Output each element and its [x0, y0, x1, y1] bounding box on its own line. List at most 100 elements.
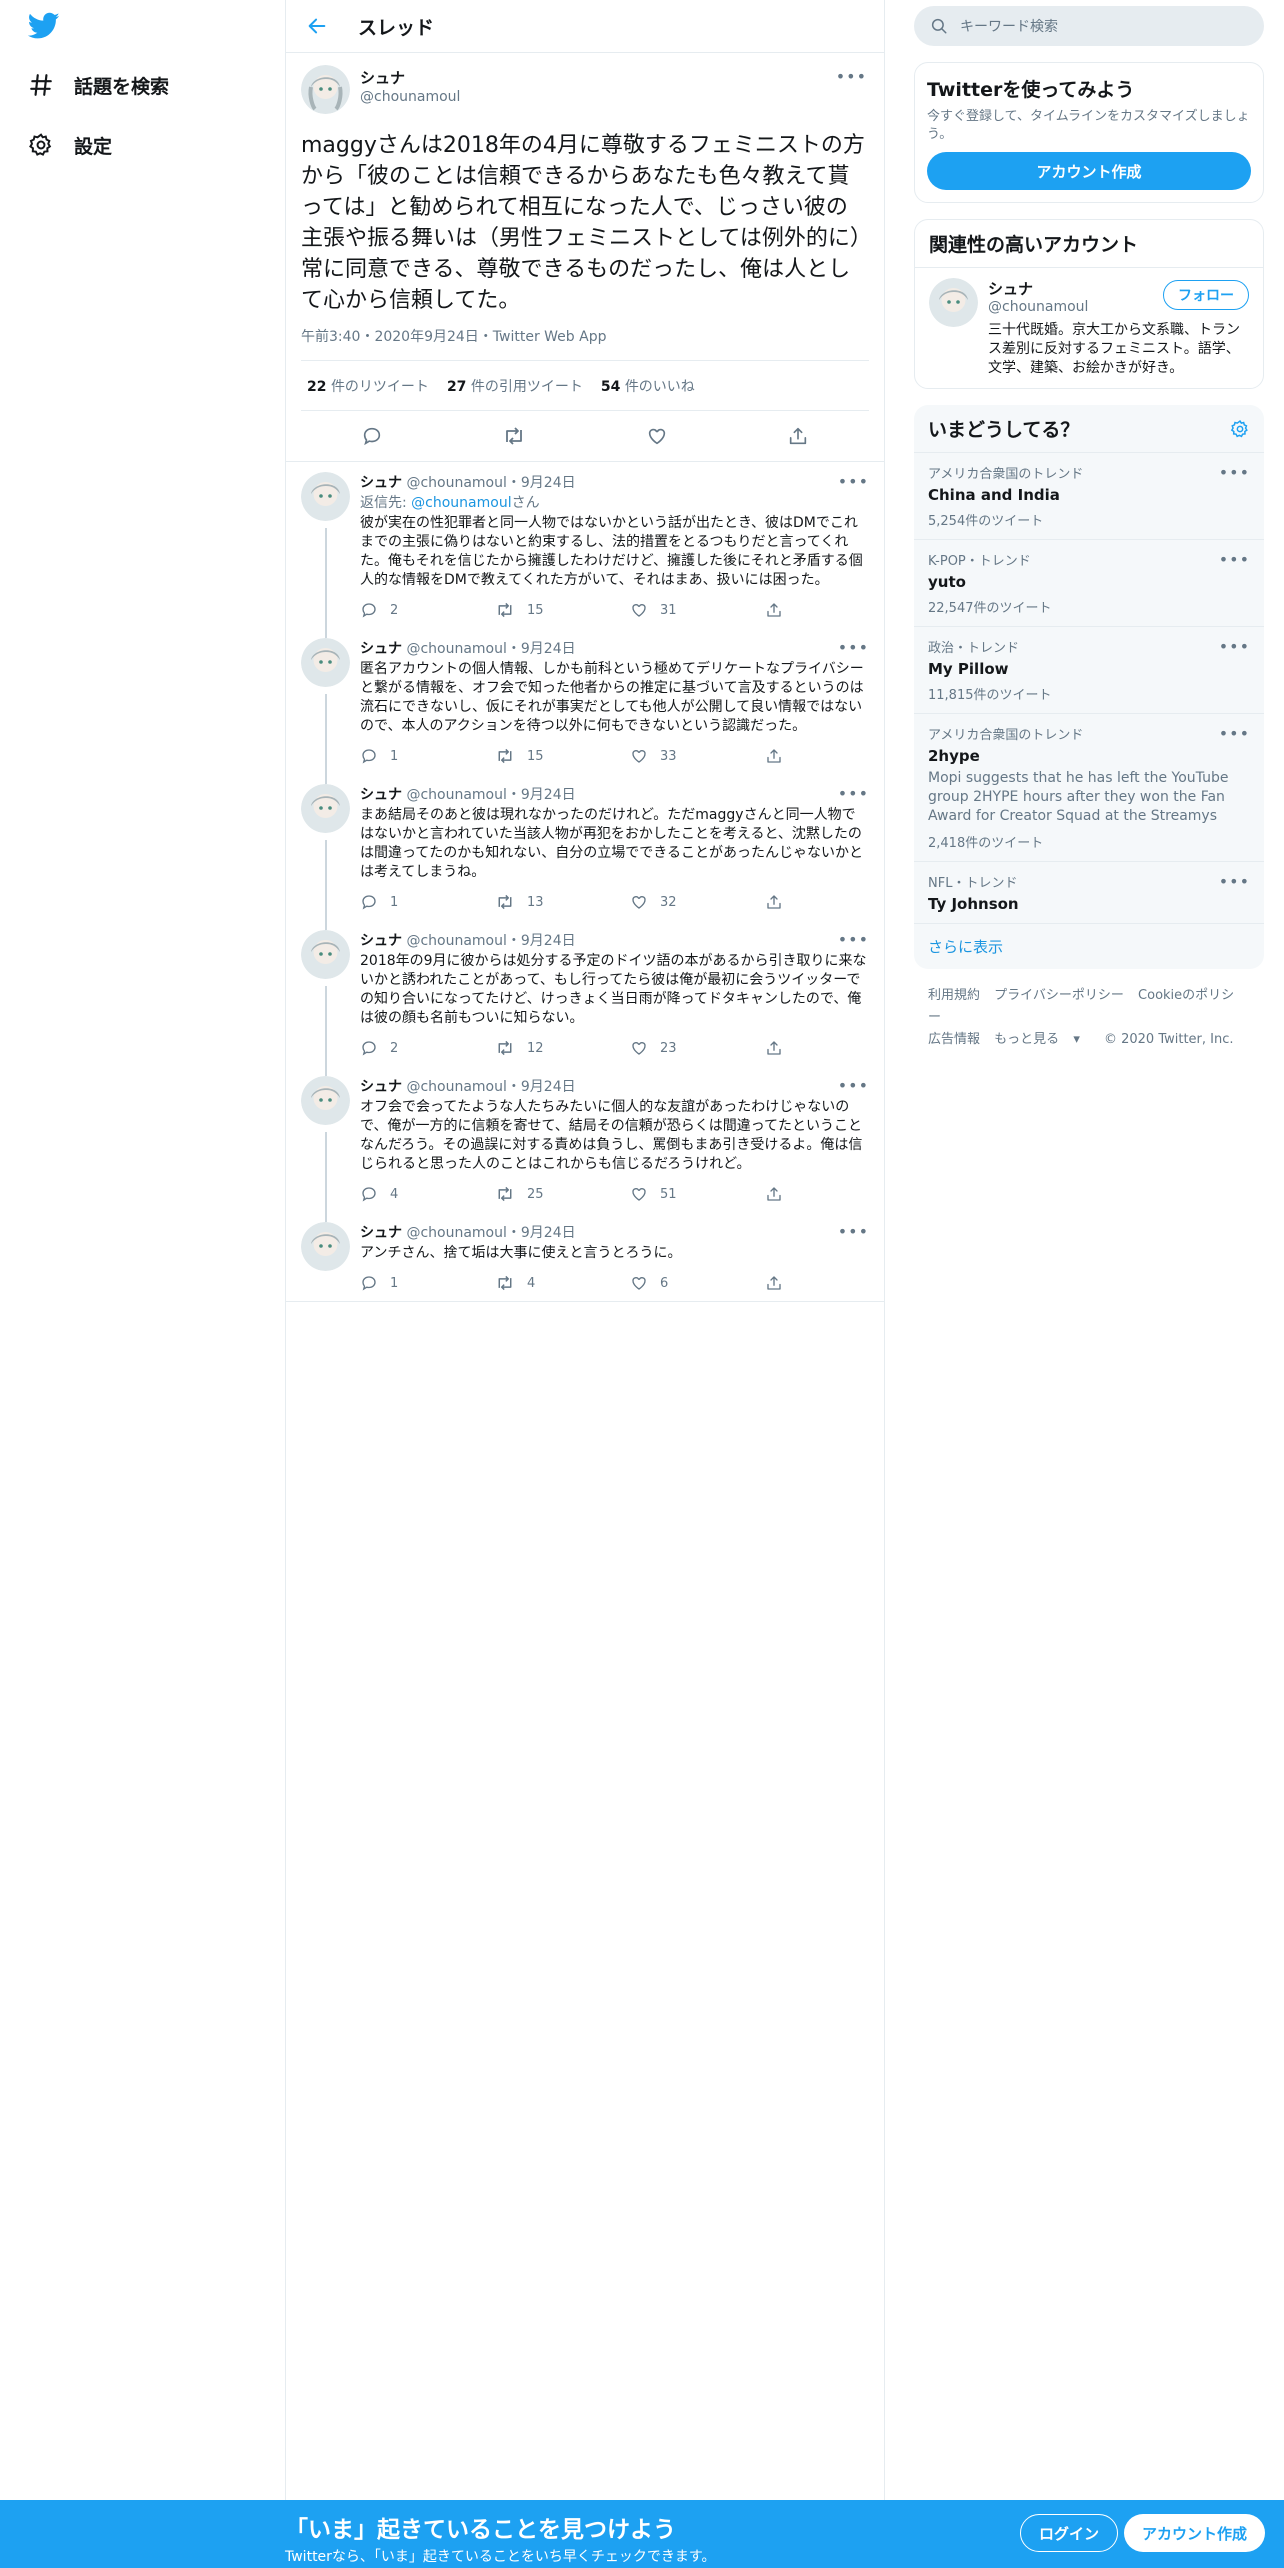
retweet-button[interactable]: 4 — [495, 1274, 630, 1292]
reply-tweet[interactable]: シュナ @chounamoul・9月24日 返信先: @chounamoulさん… — [286, 462, 884, 638]
terms-link[interactable]: 利用規約 — [928, 988, 980, 1003]
quotes-stat[interactable]: 27 件の引用ツイート — [447, 376, 583, 396]
reply-button[interactable]: 2 — [360, 1039, 495, 1057]
share-button[interactable] — [765, 1185, 783, 1203]
reply-author-name[interactable]: シュナ — [360, 475, 402, 491]
more-options-icon[interactable]: ••• — [1219, 637, 1250, 656]
search-input[interactable]: キーワード検索 — [960, 16, 1058, 36]
tweet-meta[interactable]: 午前3:40・2020年9月24日・Twitter Web App — [301, 326, 869, 361]
follow-button[interactable]: フォロー — [1163, 280, 1249, 310]
like-icon[interactable] — [646, 425, 668, 447]
retweet-button[interactable]: 15 — [495, 601, 630, 619]
retweet-button[interactable]: 12 — [495, 1039, 630, 1057]
share-button[interactable] — [765, 601, 783, 619]
more-options-icon[interactable]: ••• — [836, 67, 867, 86]
settings-gear-icon[interactable] — [1230, 419, 1250, 439]
reply-tweet[interactable]: シュナ @chounamoul・9月24日 アンチさん、捨て垢は大事に使えと言う… — [286, 1212, 884, 1302]
reply-author-handle[interactable]: @chounamoul — [406, 475, 506, 491]
privacy-link[interactable]: プライバシーポリシー — [994, 988, 1124, 1003]
trend-item[interactable]: NFL・トレンド Ty Johnson ••• — [914, 862, 1264, 924]
share-icon[interactable] — [787, 425, 809, 447]
search-bar[interactable]: キーワード検索 — [914, 6, 1264, 46]
ads-link[interactable]: 広告情報 — [928, 1032, 980, 1047]
trend-item[interactable]: アメリカ合衆国のトレンド 2hype Mopi suggests that he… — [914, 714, 1264, 862]
nav-settings[interactable]: 設定 — [28, 120, 112, 170]
more-options-icon[interactable]: ••• — [838, 472, 869, 491]
reply-date[interactable]: ・9月24日 — [507, 475, 576, 491]
retweet-button[interactable]: 15 — [495, 747, 630, 765]
trend-item[interactable]: K-POP・トレンド yuto 22,547件のツイート ••• — [914, 540, 1264, 627]
share-button[interactable] — [765, 893, 783, 911]
avatar[interactable] — [929, 278, 978, 327]
reply-author-handle[interactable]: @chounamoul — [406, 641, 506, 657]
more-link[interactable]: もっと見る ▾ — [994, 1032, 1090, 1047]
reply-button[interactable]: 1 — [360, 1274, 495, 1292]
more-options-icon[interactable]: ••• — [838, 784, 869, 803]
signup-button[interactable]: アカウント作成 — [1124, 2514, 1266, 2552]
author-handle[interactable]: @chounamoul — [360, 89, 460, 105]
back-arrow-icon[interactable] — [306, 15, 328, 37]
nav-explore[interactable]: 話題を検索 — [28, 60, 169, 110]
reply-author-handle[interactable]: @chounamoul — [406, 787, 506, 803]
more-options-icon[interactable]: ••• — [1219, 463, 1250, 482]
retweet-button[interactable]: 25 — [495, 1185, 630, 1203]
reply-author-name[interactable]: シュナ — [360, 1079, 402, 1095]
like-button[interactable]: 51 — [630, 1185, 765, 1203]
likes-stat[interactable]: 54 件のいいね — [601, 376, 695, 396]
more-options-icon[interactable]: ••• — [838, 930, 869, 949]
retweet-icon[interactable] — [502, 425, 526, 447]
replying-to-link[interactable]: @chounamoul — [411, 495, 511, 511]
avatar[interactable] — [301, 784, 350, 833]
avatar[interactable] — [301, 472, 350, 521]
like-button[interactable]: 33 — [630, 747, 765, 765]
more-options-icon[interactable]: ••• — [838, 1222, 869, 1241]
retweet-button[interactable]: 13 — [495, 893, 630, 911]
recommended-account[interactable]: シュナ @chounamoul 三十代既婚。京大工から文系職、トランス差別に反対… — [915, 268, 1263, 388]
like-button[interactable]: 23 — [630, 1039, 765, 1057]
avatar[interactable] — [301, 930, 350, 979]
reply-author-name[interactable]: シュナ — [360, 1225, 402, 1241]
author-name[interactable]: シュナ — [360, 67, 460, 88]
reply-author-handle[interactable]: @chounamoul — [406, 1079, 506, 1095]
share-button[interactable] — [765, 1274, 783, 1292]
reply-author-name[interactable]: シュナ — [360, 641, 402, 657]
avatar[interactable] — [301, 1076, 350, 1125]
reply-tweet[interactable]: シュナ @chounamoul・9月24日 匿名アカウントの個人情報、しかも前科… — [286, 628, 884, 784]
avatar[interactable] — [301, 1222, 350, 1271]
retweets-stat[interactable]: 22 件のリツイート — [307, 376, 429, 396]
reply-author-name[interactable]: シュナ — [360, 787, 402, 803]
more-options-icon[interactable]: ••• — [1219, 724, 1250, 743]
reply-button[interactable]: 2 — [360, 601, 495, 619]
reply-date[interactable]: ・9月24日 — [507, 1225, 576, 1241]
more-options-icon[interactable]: ••• — [1219, 550, 1250, 569]
more-options-icon[interactable]: ••• — [838, 1076, 869, 1095]
more-options-icon[interactable]: ••• — [838, 638, 869, 657]
like-button[interactable]: 31 — [630, 601, 765, 619]
show-more-link[interactable]: さらに表示 — [914, 924, 1264, 969]
like-button[interactable]: 6 — [630, 1274, 765, 1292]
reply-icon[interactable] — [361, 425, 383, 447]
avatar[interactable] — [301, 65, 350, 114]
reply-button[interactable]: 4 — [360, 1185, 495, 1203]
share-button[interactable] — [765, 747, 783, 765]
reply-date[interactable]: ・9月24日 — [507, 641, 576, 657]
share-button[interactable] — [765, 1039, 783, 1057]
create-account-button[interactable]: アカウント作成 — [927, 152, 1251, 190]
more-options-icon[interactable]: ••• — [1219, 872, 1250, 891]
reply-date[interactable]: ・9月24日 — [507, 1079, 576, 1095]
twitter-logo-icon[interactable] — [28, 12, 60, 40]
reply-tweet[interactable]: シュナ @chounamoul・9月24日 まあ結局そのあと彼は現れなかったのだ… — [286, 774, 884, 930]
reply-author-handle[interactable]: @chounamoul — [406, 933, 506, 949]
trend-item[interactable]: 政治・トレンド My Pillow 11,815件のツイート ••• — [914, 627, 1264, 714]
login-button[interactable]: ログイン — [1020, 2514, 1119, 2552]
reply-date[interactable]: ・9月24日 — [507, 787, 576, 803]
reply-tweet[interactable]: シュナ @chounamoul・9月24日 2018年の9月に彼からは処分する予… — [286, 920, 884, 1076]
reply-button[interactable]: 1 — [360, 747, 495, 765]
reply-button[interactable]: 1 — [360, 893, 495, 911]
reply-author-name[interactable]: シュナ — [360, 933, 402, 949]
reply-author-handle[interactable]: @chounamoul — [406, 1225, 506, 1241]
reply-date[interactable]: ・9月24日 — [507, 933, 576, 949]
reply-tweet[interactable]: シュナ @chounamoul・9月24日 オフ会で会ってたような人たちみたいに… — [286, 1066, 884, 1222]
like-button[interactable]: 32 — [630, 893, 765, 911]
avatar[interactable] — [301, 638, 350, 687]
